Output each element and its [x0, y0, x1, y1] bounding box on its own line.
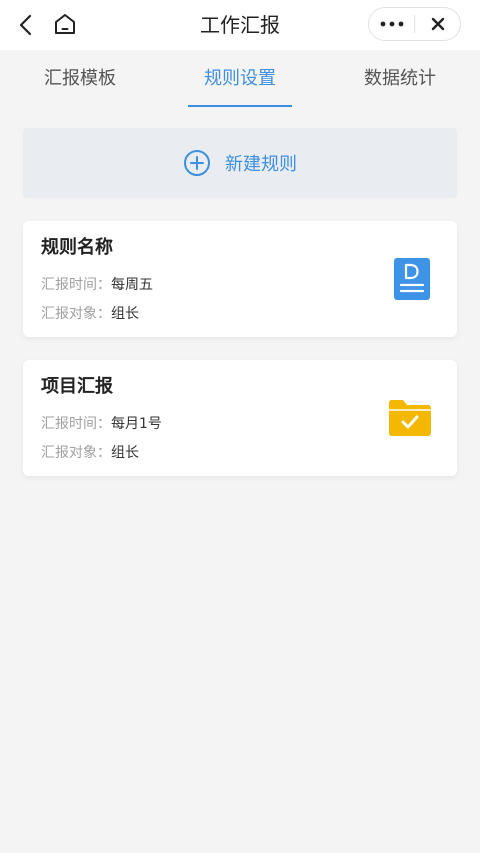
report-target-row: 汇报对象：组长: [41, 442, 139, 462]
plus-circle-icon: [183, 149, 211, 177]
new-rule-button[interactable]: 新建规则: [23, 128, 457, 198]
folder-check-icon: [389, 400, 431, 440]
close-icon: [431, 17, 444, 31]
report-time-row: 汇报时间：每月1号: [41, 413, 162, 433]
rule-card-title: 项目汇报: [41, 376, 113, 397]
report-time-label: 汇报时间：: [41, 277, 111, 293]
close-button[interactable]: [415, 8, 460, 40]
home-button[interactable]: [51, 10, 79, 38]
report-target-label: 汇报对象：: [41, 306, 111, 322]
home-icon: [55, 14, 75, 34]
report-time-row: 汇报时间：每周五: [41, 274, 153, 294]
more-dots-icon: [380, 21, 403, 27]
report-time-value: 每月1号: [111, 416, 162, 432]
document-icon: [394, 258, 430, 304]
rule-card[interactable]: 项目汇报 汇报时间：每月1号 汇报对象：组长: [23, 360, 457, 476]
tab-report-templates[interactable]: 汇报模板: [28, 50, 132, 108]
tab-bar: 汇报模板 规则设置 数据统计: [0, 50, 480, 108]
active-tab-indicator: [188, 105, 292, 107]
report-time-label: 汇报时间：: [41, 416, 111, 432]
tab-rule-settings[interactable]: 规则设置: [188, 50, 292, 108]
rule-card[interactable]: 规则名称 汇报时间：每周五 汇报对象：组长: [23, 221, 457, 337]
report-target-label: 汇报对象：: [41, 445, 111, 461]
more-button[interactable]: [369, 8, 414, 40]
report-time-value: 每周五: [111, 277, 153, 293]
back-button[interactable]: [12, 11, 40, 39]
navigation-bar: 工作汇报: [0, 0, 480, 50]
report-target-value: 组长: [111, 306, 139, 322]
rule-card-title: 规则名称: [41, 237, 113, 258]
mini-program-capsule: [368, 7, 461, 41]
new-rule-label: 新建规则: [225, 154, 297, 175]
chevron-left-icon: [19, 14, 32, 36]
tab-data-statistics[interactable]: 数据统计: [348, 50, 452, 108]
report-target-value: 组长: [111, 445, 139, 461]
report-target-row: 汇报对象：组长: [41, 303, 139, 323]
